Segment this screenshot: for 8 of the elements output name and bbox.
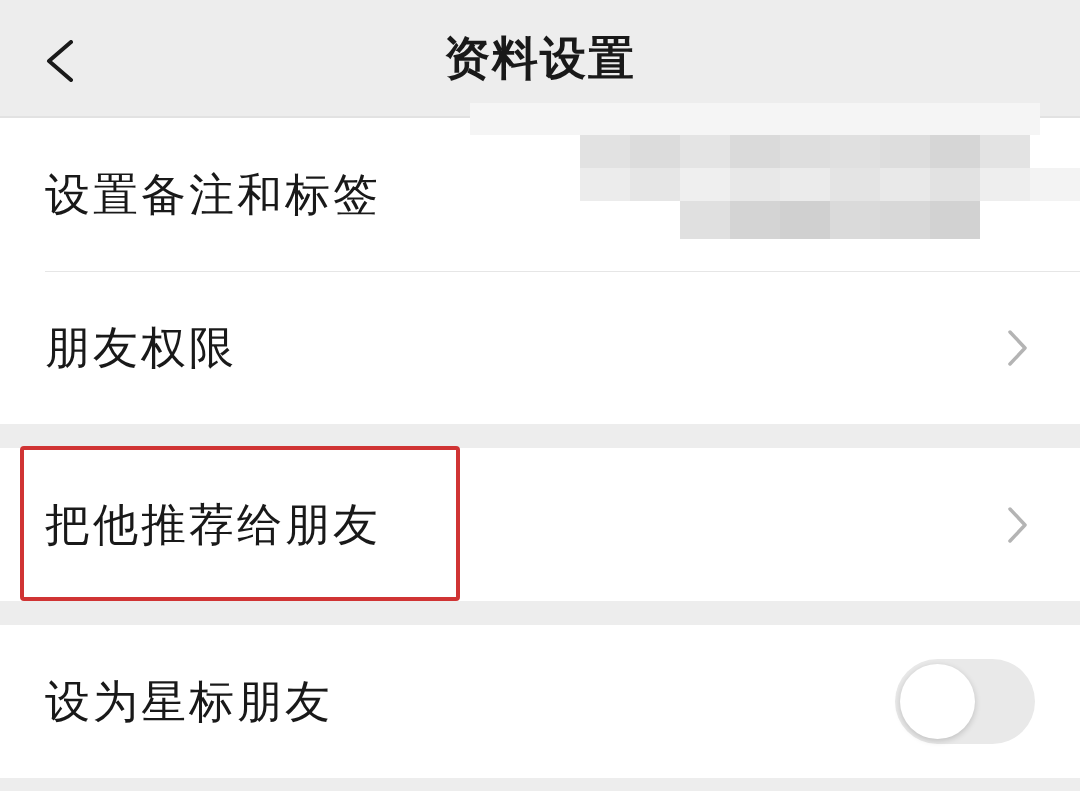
setting-label[interactable]: 设置备注和标签 — [45, 167, 381, 222]
chevron-right-icon — [1008, 506, 1027, 543]
chevron-right-icon — [1008, 329, 1027, 366]
setting-label[interactable]: 朋友权限 — [45, 320, 237, 375]
setting-label[interactable]: 把他推荐给朋友 — [45, 497, 381, 552]
back-icon[interactable] — [45, 40, 73, 82]
setting-label: 设为星标朋友 — [45, 674, 333, 729]
page-title: 资料设置 — [444, 35, 636, 81]
